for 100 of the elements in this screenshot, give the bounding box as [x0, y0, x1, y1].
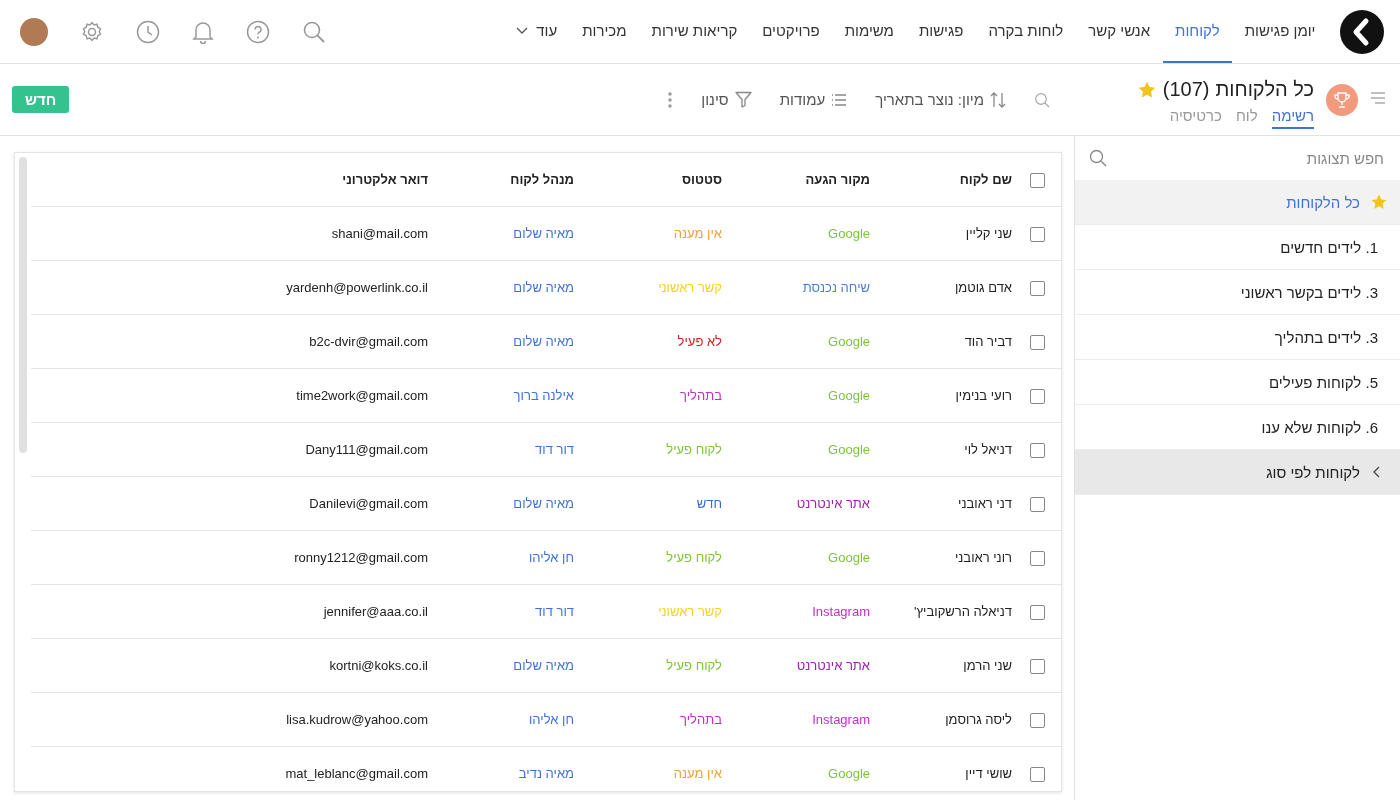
table-cell: בתהליך [680, 388, 722, 403]
table-cell: אין מענה [673, 226, 722, 241]
table-cell: shani@mail.com [331, 226, 428, 241]
column-header[interactable]: שם לקוח [959, 172, 1012, 187]
table-cell: חדש [696, 496, 722, 511]
table-cell: mat_leblanc@gmail.com [285, 766, 428, 781]
nav-tab[interactable]: יומן פגישות [1232, 0, 1328, 63]
columns-button[interactable]: עמודות [779, 91, 848, 108]
table-cell: Google [828, 550, 870, 565]
checkbox[interactable] [1029, 766, 1045, 782]
table-cell: ronny1212@gmail.com [294, 550, 428, 565]
table-cell: שושי דיין [965, 766, 1012, 781]
nav-tab[interactable]: קריאות שירות [639, 0, 750, 63]
sidebar-item[interactable]: 3. לידים בתהליך [1075, 315, 1400, 360]
table-cell: yardenh@powerlink.co.il [286, 280, 428, 295]
column-header[interactable]: דואר אלקטרוני [342, 172, 428, 187]
avatar[interactable] [20, 17, 48, 46]
more-menu[interactable]: עוד [503, 0, 570, 63]
search-field[interactable]: חפש תצוגות [1107, 148, 1386, 168]
sidebar-item[interactable]: 1. לידים חדשים [1075, 225, 1400, 270]
view-tab[interactable]: רשימה [1271, 107, 1314, 129]
table-cell: time2work@gmail.com [296, 388, 428, 403]
table-cell: דני ראובני [958, 496, 1012, 511]
table-cell: לא פעיל [677, 334, 722, 349]
table-cell: קשר ראשוני [658, 280, 722, 295]
nav-tab[interactable]: לוחות בקרה [976, 0, 1076, 63]
checkbox[interactable] [1029, 604, 1045, 620]
sidebar-item[interactable]: לקוחות לפי סוג [1075, 450, 1400, 495]
menu-icon[interactable] [1370, 92, 1386, 104]
table-cell: מאיה שלום [513, 280, 574, 295]
sidebar-item[interactable]: 5. לקוחות פעילים [1075, 360, 1400, 405]
bell-icon[interactable] [192, 19, 214, 44]
table-cell: דור דוד [535, 604, 574, 619]
search-icon [1089, 149, 1107, 167]
table-cell: חן אליהו [528, 712, 574, 727]
table-cell: קשר ראשוני [658, 604, 722, 619]
logo-icon[interactable] [1340, 9, 1384, 54]
sidebar-item[interactable]: 3. לידים בקשר ראשוני [1075, 270, 1400, 315]
checkbox[interactable] [1029, 226, 1045, 242]
nav-tab[interactable]: פגישות [906, 0, 976, 63]
checkbox[interactable] [1029, 388, 1045, 404]
table-cell: Google [828, 388, 870, 403]
table-cell: דניאל לוי [964, 442, 1012, 457]
table-cell: kortni@koks.co.il [329, 658, 428, 673]
table-cell: Instagram [812, 712, 870, 727]
table-cell: חן אליהו [528, 550, 574, 565]
help-icon[interactable] [246, 19, 270, 44]
caret-icon [516, 26, 529, 35]
list-icon [831, 93, 848, 106]
table-cell: אדם גוטמן [954, 280, 1012, 295]
table-cell: רועי בנימין [955, 388, 1012, 403]
table-cell: שני קליין [965, 226, 1012, 241]
table-cell: בתהליך [680, 712, 722, 727]
filter-icon [734, 91, 752, 108]
table-cell: Instagram [812, 604, 870, 619]
table-cell: מאיה שלום [513, 226, 574, 241]
scrollbar[interactable] [19, 157, 27, 453]
checkbox[interactable] [1029, 334, 1045, 350]
table-cell: לקוח פעיל [666, 550, 722, 565]
table-cell: דביר הוד [964, 334, 1012, 349]
column-header[interactable]: מקור הגעה [805, 172, 870, 187]
more-options-icon[interactable] [667, 90, 674, 109]
sidebar-item[interactable]: כל הלקוחות [1075, 180, 1400, 225]
page-title: כל הלקוחות [1215, 78, 1314, 101]
table-cell: lisa.kudrow@yahoo.com [286, 712, 428, 727]
table-cell: ליסה גרוסמן [945, 712, 1012, 727]
table-cell: דניאלה הרשקוביץ' [914, 604, 1012, 619]
table-cell: b2c-dvir@gmail.com [309, 334, 428, 349]
sort-icon [990, 90, 1006, 109]
search-icon[interactable] [302, 19, 326, 44]
checkbox[interactable] [1029, 550, 1045, 566]
nav-tab[interactable]: אנשי קשר [1075, 0, 1163, 63]
table-cell: Google [828, 334, 870, 349]
table-cell: אין מענה [673, 766, 722, 781]
table-cell: אילנה ברוך [513, 388, 574, 403]
nav-tab[interactable]: פרויקטים [749, 0, 833, 63]
checkbox[interactable] [1029, 172, 1045, 188]
checkbox[interactable] [1029, 496, 1045, 512]
table-cell: מאיה שלום [513, 334, 574, 349]
table-cell: לקוח פעיל [666, 658, 722, 673]
column-header[interactable]: סטטוס [682, 172, 722, 187]
search-icon[interactable] [1034, 91, 1050, 108]
sort-button[interactable]: מיון: נוצר בתאריך [875, 90, 1006, 109]
nav-tab[interactable]: מכירות [569, 0, 639, 63]
checkbox[interactable] [1029, 658, 1045, 674]
checkbox[interactable] [1029, 280, 1045, 296]
column-header[interactable]: מנהל לקוח [510, 172, 574, 187]
table-cell: לקוח פעיל [666, 442, 722, 457]
table-cell: מאיה נדיב [518, 766, 574, 781]
record-count: (107) [1162, 78, 1210, 101]
settings-icon[interactable] [80, 19, 104, 44]
table-cell: רוני ראובני [954, 550, 1012, 565]
checkbox[interactable] [1029, 712, 1045, 728]
table-cell: אתר אינטרנט [796, 496, 870, 511]
nav-tab[interactable]: לקוחות [1162, 0, 1233, 63]
table-cell: Google [828, 766, 870, 781]
checkbox[interactable] [1029, 442, 1045, 458]
clock-icon[interactable] [136, 19, 160, 44]
filter-button[interactable]: סינון [701, 91, 752, 108]
nav-tab[interactable]: משימות [832, 0, 907, 63]
